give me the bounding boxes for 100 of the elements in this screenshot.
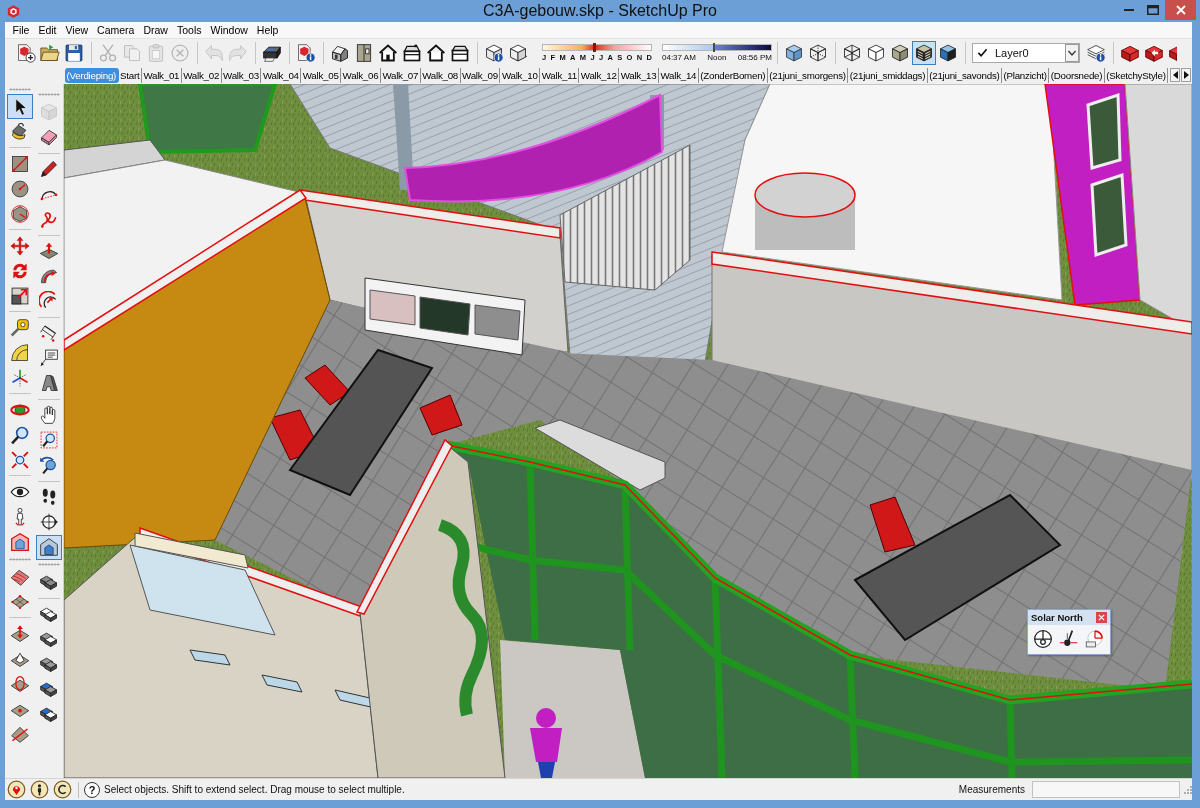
scene-tab[interactable]: (21juni_savonds) (927, 67, 1002, 83)
scene-tab[interactable]: Walk_08 (420, 67, 461, 83)
chair (869, 496, 916, 553)
scene-tab[interactable]: Walk_10 (500, 67, 541, 83)
section-target-icon (38, 512, 59, 532)
cube-icon (38, 102, 59, 122)
house-frame-icon (10, 531, 31, 552)
house-side-icon (402, 42, 422, 63)
blocks-trim-icon (38, 704, 59, 724)
redo-arrow-icon (228, 42, 248, 63)
help-button[interactable]: ? (84, 781, 100, 798)
account-button[interactable] (51, 779, 74, 800)
caret-icon (1065, 43, 1079, 62)
undo-arrow-icon (204, 42, 224, 63)
credits-button[interactable] (28, 779, 51, 800)
scene-tab[interactable]: Start (118, 67, 142, 83)
scene-tab[interactable]: (Doorsnede) (1049, 67, 1105, 83)
window (261, 674, 303, 693)
scene-tab[interactable]: Walk_13 (619, 67, 659, 83)
measurements-field[interactable] (1032, 781, 1180, 798)
north-angle-button[interactable] (1085, 629, 1105, 649)
north-tool-button[interactable] (1059, 629, 1079, 649)
scene-tab[interactable]: Walk_09 (460, 67, 501, 83)
stacked-blocks-icon (38, 572, 59, 592)
slider-thumb[interactable] (712, 42, 715, 52)
layer-dropdown[interactable]: Layer0 (972, 42, 1080, 63)
house-view-button[interactable] (35, 534, 62, 560)
menu-item[interactable]: View (61, 22, 93, 38)
scene-tab[interactable]: (21juni_smiddags) (848, 67, 928, 83)
month-slider[interactable] (542, 43, 652, 51)
close-icon (1098, 614, 1105, 621)
squiggle-icon (38, 209, 59, 229)
scene-tab[interactable]: Walk_14 (658, 67, 699, 83)
scene-tab[interactable]: Walk_05 (301, 67, 342, 83)
scene-tab[interactable]: (21juni_smorgens) (767, 67, 849, 83)
circle-x-icon (170, 42, 190, 63)
dashed-cube-icon (808, 42, 828, 63)
scene-tab[interactable]: (ZonderBomen) (698, 67, 768, 83)
time-label: 08:56 PM (737, 52, 772, 62)
scene-tab[interactable]: Walk_01 (141, 67, 182, 83)
magnifier-arrows-icon (10, 449, 31, 470)
window-title: C3A-gebouw.skp - SketchUp Pro (483, 2, 717, 20)
dimension-icon (38, 323, 59, 343)
menu-item[interactable]: Tools (172, 22, 206, 38)
window (189, 649, 231, 666)
striped-cube-icon (914, 42, 934, 63)
menu-item[interactable]: Edit (33, 22, 61, 38)
angle-input-icon (1085, 629, 1105, 649)
right-triangle-icon (1183, 71, 1189, 79)
north-toggle-button[interactable] (1033, 629, 1053, 649)
arc-badge-icon (53, 780, 72, 799)
scene-tab[interactable]: (SketchyStyle) (1104, 67, 1169, 83)
scene-tab[interactable]: Walk_02 (181, 67, 222, 83)
text-label-icon (38, 348, 59, 368)
close-button[interactable] (1165, 0, 1196, 20)
select-button[interactable] (7, 94, 34, 119)
close-button[interactable] (1096, 612, 1107, 623)
menu-item[interactable]: Help (252, 22, 283, 38)
cube-info-icon (484, 42, 504, 63)
time-label: 04:37 AM (662, 52, 696, 62)
check-icon (977, 47, 988, 58)
magnifier-icon (10, 424, 31, 445)
document-plus-icon (16, 42, 36, 63)
scroll-right-button[interactable] (1181, 68, 1191, 82)
menu-item[interactable]: Window (206, 22, 253, 38)
scene-tab[interactable]: Walk_03 (221, 67, 262, 83)
scroll-left-button[interactable] (1170, 68, 1180, 82)
circle-icon (10, 178, 31, 199)
layers-info-icon (1086, 42, 1106, 63)
time-slider[interactable] (662, 43, 772, 51)
measurements-label: Measurements (958, 784, 1025, 795)
person-figure (530, 708, 562, 778)
shaded-cube-icon (890, 42, 910, 63)
document-info-icon (296, 42, 316, 63)
location-button[interactable] (5, 779, 28, 800)
scene-tab[interactable]: Walk_06 (341, 67, 381, 83)
tape-measure-icon (10, 317, 31, 338)
magnifier-arrow-icon (38, 455, 59, 475)
rectangle-icon (10, 153, 31, 174)
clipboard-icon (146, 42, 166, 63)
scene-tab[interactable]: Walk_11 (540, 67, 580, 83)
scene-tab[interactable]: Walk_12 (579, 67, 620, 83)
scene-tab[interactable]: Walk_04 (261, 67, 302, 83)
maximize-icon (1147, 5, 1159, 15)
scene-tab[interactable]: (Planzicht) (1002, 67, 1050, 83)
shaded-textures-button[interactable] (912, 40, 936, 65)
menu-item[interactable]: File (8, 22, 34, 38)
menu-item[interactable]: Draw (138, 22, 173, 38)
map-pin-badge-icon (7, 780, 26, 799)
polygon-icon (10, 203, 31, 224)
house-door-icon (378, 42, 398, 63)
slider-thumb[interactable] (593, 42, 597, 52)
compass-needle-icon (1059, 629, 1079, 649)
scene-tab[interactable]: Walk_07 (380, 67, 421, 83)
terrain-arrow-icon (10, 623, 31, 644)
pencil-icon (38, 159, 59, 179)
menu-item[interactable]: Camera (92, 22, 139, 38)
hidden-line-cube-icon (866, 42, 886, 63)
half-shaded-cube-icon (938, 42, 958, 63)
axes-icon (10, 367, 31, 388)
